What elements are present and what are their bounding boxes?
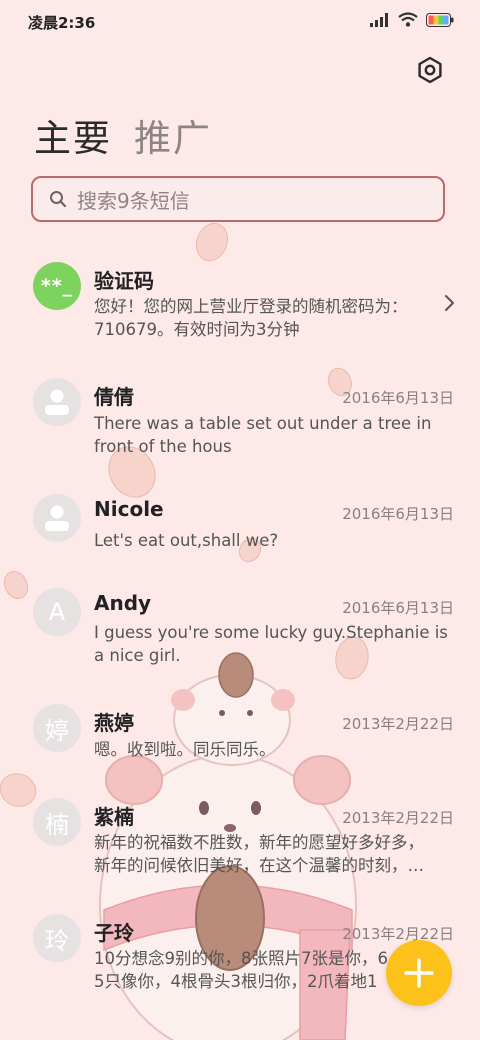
tab-promotions[interactable]: 推广 [134,108,212,162]
search-placeholder: 搜索9条短信 [77,188,190,213]
contact-name: Andy [94,591,152,615]
status-time: 凌晨2:36 [28,14,96,32]
status-icons [370,12,454,27]
wifi-icon [398,12,418,27]
message-preview-line: 新年的祝福数不胜数，新年的愿望好多好多， [94,833,424,852]
contact-name: 子玲 [94,921,134,945]
search-input[interactable]: 搜索9条短信 [31,176,445,222]
list-item[interactable]: A Andy 2016年6月13日 I guess you're some lu… [0,588,480,678]
avatar [33,494,81,542]
tab-bar: 主要 推广 [34,108,212,162]
avatar: A [33,588,81,636]
message-preview-line: 新年的问候依旧美好，在这个温馨的时刻，… [94,856,424,875]
compose-button[interactable] [386,940,452,1006]
signal-icon [370,12,388,27]
message-date: 2013年2月22日 [342,809,454,827]
contact-name: 倩倩 [94,385,134,409]
person-icon [45,389,69,415]
avatar: 婷 [33,704,81,752]
message-date: 2013年2月22日 [342,715,454,733]
contact-name: 紫楠 [94,805,134,829]
chevron-right-icon[interactable] [444,294,456,312]
list-item[interactable]: 倩倩 2016年6月13日 There was a table set out … [0,378,480,468]
message-date: 2016年6月13日 [342,599,454,617]
message-preview: I guess you're some lucky guy.Stephanie … [94,623,448,665]
person-icon [45,505,69,531]
avatar [33,378,81,426]
avatar: 楠 [33,798,81,846]
contact-name: Nicole [94,497,164,521]
message-preview: 您好！您的网上营业厅登录的随机密码为：710679。有效时间为3分钟 [94,297,408,339]
list-item[interactable]: 楠 紫楠 2013年2月22日 新年的祝福数不胜数，新年的愿望好多好多， 新年的… [0,798,480,888]
search-icon [50,191,67,208]
message-preview: 嗯。收到啦。同乐同乐。 [94,740,276,759]
avatar: 玲 [33,914,81,962]
contact-name: 燕婷 [94,711,134,735]
list-item[interactable]: 婷 燕婷 2013年2月22日 嗯。收到啦。同乐同乐。 [0,704,480,774]
tab-primary[interactable]: 主要 [34,108,112,162]
message-preview: There was a table set out under a tree i… [94,414,432,456]
message-date: 2016年6月13日 [342,505,454,523]
settings-icon[interactable] [416,56,444,84]
message-date: 2016年6月13日 [342,389,454,407]
contact-name: 验证码 [94,269,154,293]
avatar: **_ [33,262,81,310]
list-item[interactable]: **_ 验证码 您好！您的网上营业厅登录的随机密码为：710679。有效时间为3… [0,262,480,352]
list-item[interactable]: Nicole 2016年6月13日 Let's eat out,shall we… [0,494,480,564]
message-date: 2013年2月22日 [342,925,454,943]
message-preview: Let's eat out,shall we? [94,531,279,550]
plus-icon [404,958,434,988]
battery-icon [426,12,454,27]
